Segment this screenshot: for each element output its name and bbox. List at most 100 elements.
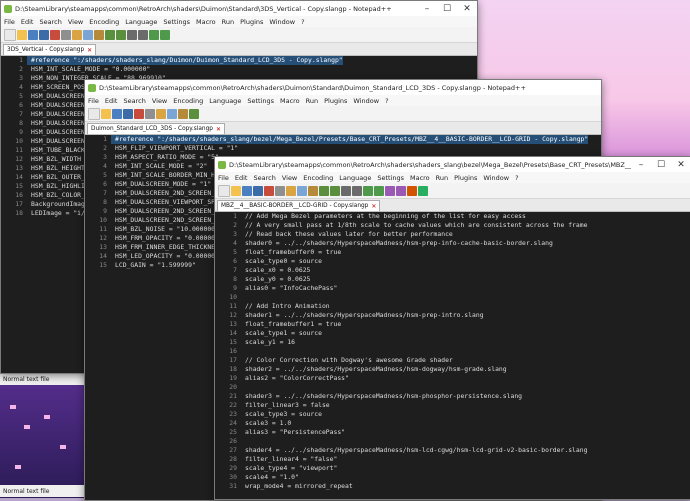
undo-icon[interactable] [189,108,199,119]
code-line[interactable]: 22 filter_linear3 = false [215,401,690,410]
maximize-button[interactable]: ☐ [437,4,457,14]
replace-icon[interactable] [352,185,362,196]
code-line[interactable]: 18 shader2 = ../../shaders/HyperspaceMadn… [215,365,690,374]
open-file-icon[interactable] [231,185,241,196]
copy-icon[interactable] [167,108,177,119]
menu-edit[interactable]: Edit [232,174,251,182]
save-all-icon[interactable] [123,108,133,119]
zoom-out-icon[interactable] [374,185,384,196]
code-line[interactable]: 2 HSM_FLIP_VIEWPORT_VERTICAL = "1" [85,144,601,153]
close-button[interactable]: ✕ [457,4,477,14]
menu-search[interactable]: Search [250,174,278,182]
menu-settings[interactable]: Settings [244,97,277,105]
new-file-icon[interactable] [4,28,16,41]
code-line[interactable]: 15 scale_y1 = 16 [215,338,690,347]
zoom-in-icon[interactable] [149,29,159,40]
code-line[interactable]: 3 // Read back these values later for bet… [215,230,690,239]
code-line[interactable]: 25 alias3 = "PersistencePass" [215,428,690,437]
find-icon[interactable] [341,185,351,196]
new-file-icon[interactable] [88,107,100,120]
notepad-window-mbz-lcd-grid[interactable]: D:\SteamLibrary\steamapps\common\RetroAr… [214,156,690,500]
tab-close-icon[interactable]: ✕ [371,203,376,210]
title-bar[interactable]: D:\SteamLibrary\steamapps\common\RetroAr… [85,80,601,95]
menu-search[interactable]: Search [36,18,64,26]
menu-plugins[interactable]: Plugins [451,174,480,182]
code-line[interactable]: 29 scale_type4 = "viewport" [215,464,690,473]
redo-icon[interactable] [330,185,340,196]
code-line[interactable]: 11 // Add Intro Animation [215,302,690,311]
menu-view[interactable]: View [65,18,86,26]
code-line[interactable]: 7 scale_x0 = 0.0625 [215,266,690,275]
code-line[interactable]: 8 scale_y0 = 0.0625 [215,275,690,284]
paste-icon[interactable] [94,29,104,40]
menu-view[interactable]: View [279,174,300,182]
save-all-icon[interactable] [253,185,263,196]
record-macro-icon[interactable] [407,185,417,196]
code-line[interactable]: 31 wrap_mode4 = mirrored_repeat [215,482,690,491]
play-macro-icon[interactable] [418,185,428,196]
menu-encoding[interactable]: Encoding [86,18,122,26]
open-file-icon[interactable] [101,108,111,119]
copy-icon[interactable] [297,185,307,196]
find-icon[interactable] [127,29,137,40]
code-line[interactable]: 19 alias2 = "ColorCorrectPass" [215,374,690,383]
close-file-icon[interactable] [134,108,144,119]
minimize-button[interactable]: – [417,4,437,14]
code-line[interactable]: 17 // Color Correction with Dogway's awes… [215,356,690,365]
editor-area[interactable]: 1 // Add Mega Bezel parameters at the beg… [215,212,690,491]
code-line[interactable]: 30 scale4 = "1.0" [215,473,690,482]
tab-close-icon[interactable]: ✕ [216,126,221,133]
paste-icon[interactable] [178,108,188,119]
cut-icon[interactable] [156,108,166,119]
tab-3ds-vertical[interactable]: 3DS_Vertical - Copy.slangp ✕ [3,44,97,55]
code-line[interactable]: 5 float_framebuffer0 = true [215,248,690,257]
menu-file[interactable]: File [1,18,18,26]
replace-icon[interactable] [138,29,148,40]
title-bar[interactable]: D:\SteamLibrary\steamapps\common\RetroAr… [1,1,477,16]
menu-edit[interactable]: Edit [18,18,37,26]
menu-window[interactable]: Window [480,174,512,182]
paste-icon[interactable] [308,185,318,196]
save-all-icon[interactable] [39,29,49,40]
print-icon[interactable] [145,108,155,119]
redo-icon[interactable] [116,29,126,40]
maximize-button[interactable]: ☐ [651,160,671,170]
sync-scroll-icon[interactable] [385,185,395,196]
code-line[interactable]: 1 #reference ":/shaders/shaders_slang/Dui… [1,56,477,65]
code-line[interactable]: 1 #reference ":/shaders/shaders_slang/bez… [85,135,601,144]
menu-language[interactable]: Language [206,97,244,105]
cut-icon[interactable] [72,29,82,40]
menu-edit[interactable]: Edit [102,97,121,105]
menu-plugins[interactable]: Plugins [321,97,350,105]
code-line[interactable]: 13 float_framebuffer1 = true [215,320,690,329]
menu-view[interactable]: View [149,97,170,105]
menu-file[interactable]: File [85,97,102,105]
tab-duimon-lcd-3ds[interactable]: Duimon_Standard_LCD_3DS - Copy.slangp ✕ [87,123,226,134]
close-file-icon[interactable] [50,29,60,40]
code-line[interactable]: 2 HSM_INT_SCALE_MODE = "0.000000" [1,65,477,74]
menu-run[interactable]: Run [219,18,237,26]
new-file-icon[interactable] [218,184,230,197]
undo-icon[interactable] [319,185,329,196]
code-line[interactable]: 12 shader1 = ../../shaders/HyperspaceMadn… [215,311,690,320]
zoom-out-icon[interactable] [160,29,170,40]
menu-macro[interactable]: Macro [193,18,219,26]
tab-close-icon[interactable]: ✕ [87,47,92,54]
menu-macro[interactable]: Macro [277,97,303,105]
undo-icon[interactable] [105,29,115,40]
print-icon[interactable] [275,185,285,196]
code-line[interactable]: 28 filter_linear4 = "false" [215,455,690,464]
menu-language[interactable]: Language [336,174,374,182]
tab-mbz-lcd-grid[interactable]: MBZ__4__BASIC-BORDER__LCD-GRID - Copy.sl… [217,200,381,211]
menu-window[interactable]: Window [350,97,382,105]
code-line[interactable]: 9 alias0 = "InfoCachePass" [215,284,690,293]
code-line[interactable]: 23 scale_type3 = source [215,410,690,419]
menu-window[interactable]: Window [266,18,298,26]
close-button[interactable]: ✕ [671,160,690,170]
menu-language[interactable]: Language [122,18,160,26]
menu-run[interactable]: Run [303,97,321,105]
menu-encoding[interactable]: Encoding [170,97,206,105]
menu-help[interactable]: ? [382,97,391,105]
save-icon[interactable] [28,29,38,40]
menu-plugins[interactable]: Plugins [237,18,266,26]
